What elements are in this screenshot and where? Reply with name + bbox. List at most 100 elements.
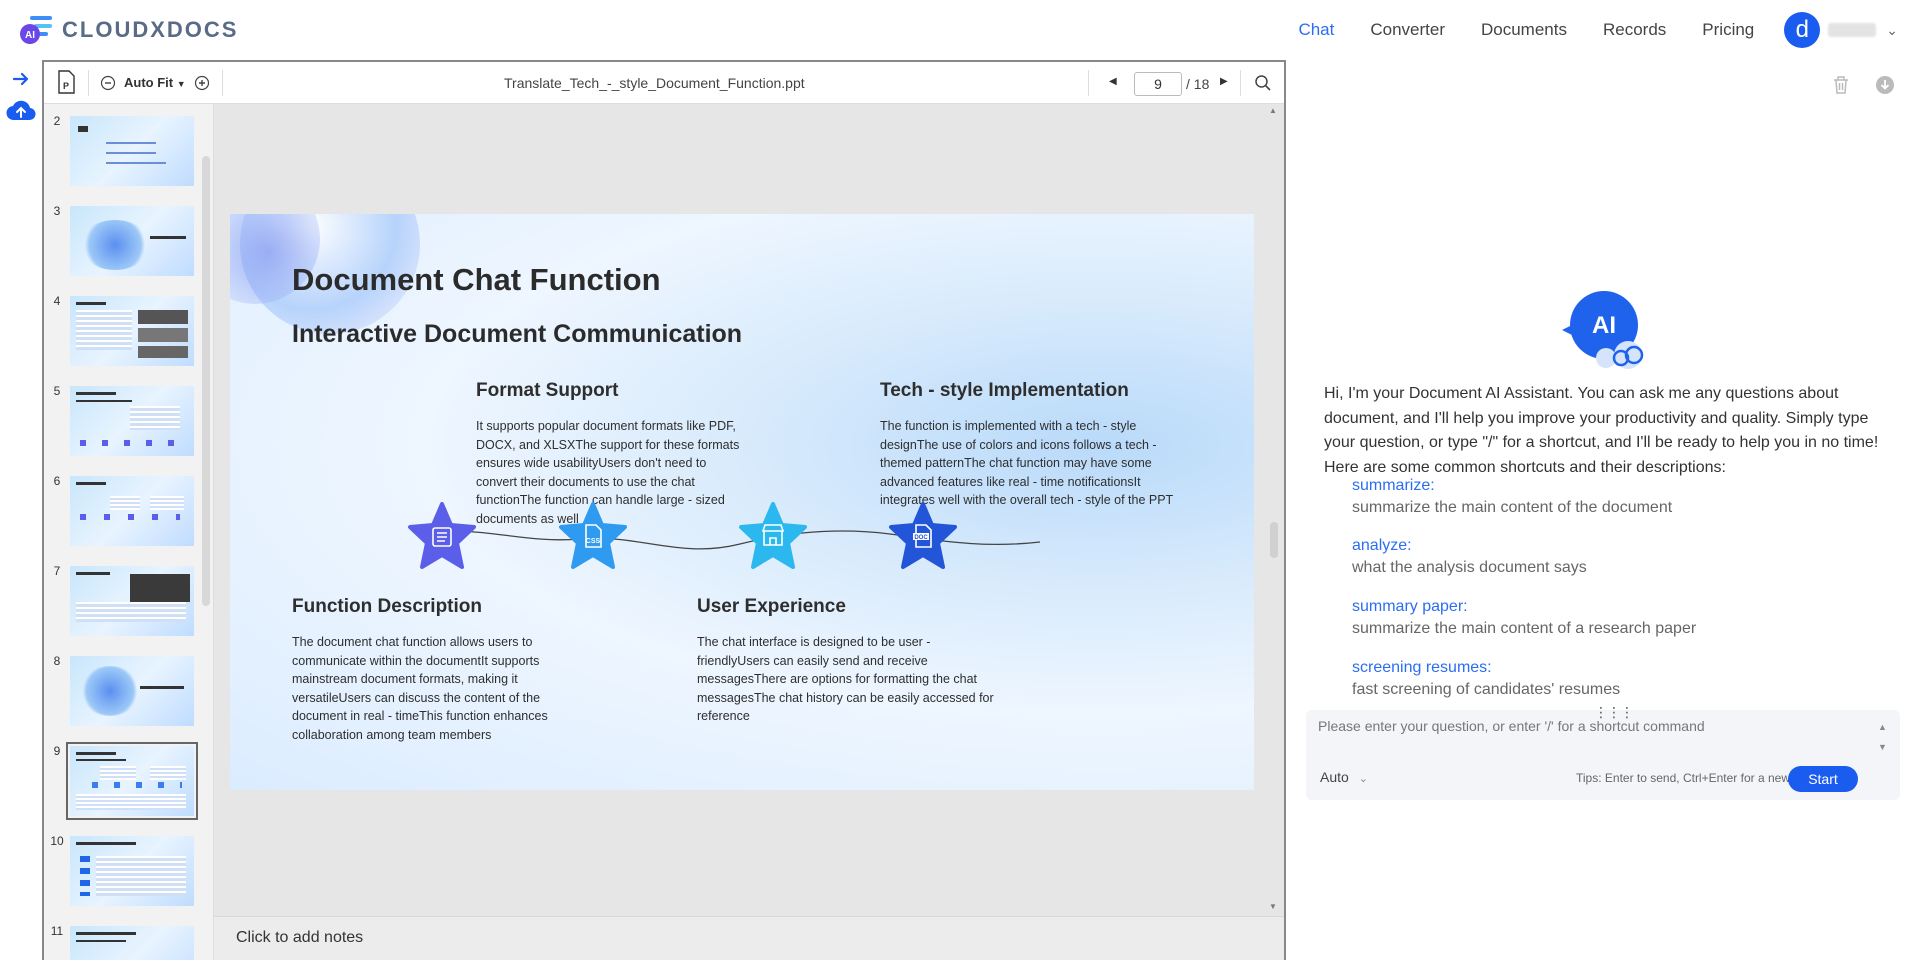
viewer-scrollbar[interactable]: ▲ ▼ [1266,104,1282,916]
username-blurred[interactable] [1828,23,1877,37]
top-header: AI CLOUDXDOCS Chat Converter Documents R… [0,0,1920,60]
thumbnail-image[interactable] [70,476,194,546]
shortcut-key[interactable]: summary paper: [1352,596,1696,618]
chat-input[interactable]: Please enter your question, or enter '/'… [1318,718,1705,734]
shortcut-item[interactable]: analyze: what the analysis document says [1352,535,1587,579]
ai-badge-text: AI [1592,312,1616,339]
thumbnail-image-selected[interactable] [66,742,198,820]
thumbnail-number: 6 [53,474,61,488]
notes-placeholder[interactable]: Click to add notes [236,929,363,947]
shortcut-key[interactable]: summarize: [1352,475,1672,497]
svg-text:P: P [63,81,69,91]
zoom-select[interactable]: Auto Fit ▼ [124,75,186,90]
cloud-upload-icon[interactable] [6,96,36,126]
slide-9[interactable]: Document Chat Function Interactive Docum… [230,214,1254,790]
expand-down-icon[interactable]: ▼ [1878,742,1887,752]
viewer-toolbar: P Auto Fit ▼ Translate_Tech_-_style_Docu… [44,62,1284,104]
search-icon[interactable] [1254,74,1272,97]
shortcut-item[interactable]: summarize: summarize the main content of… [1352,475,1672,519]
shortcut-key[interactable]: analyze: [1352,535,1587,557]
document-viewer: P Auto Fit ▼ Translate_Tech_-_style_Docu… [42,60,1430,960]
mode-value: Auto [1320,769,1349,785]
thumbnail-image[interactable] [70,656,194,726]
prev-page-icon[interactable]: ◀ [1109,76,1117,87]
nav-converter[interactable]: Converter [1370,20,1445,40]
download-icon[interactable] [1870,70,1900,100]
chat-panel: AI Hi, I'm your Document AI Assistant. Y… [1288,60,1920,969]
page-total: / 18 [1186,76,1210,92]
chevron-down-icon[interactable]: ⌄ [1886,22,1898,39]
start-button[interactable]: Start [1788,766,1858,792]
thumbnail-number: 3 [53,204,61,218]
tech-style-body: The function is implemented with a tech … [880,419,1174,507]
thumbnail-image[interactable] [70,206,194,276]
shortcut-desc: summarize the main content of a research… [1352,620,1697,637]
thumbnail-image[interactable] [70,386,194,456]
thumbnail-item[interactable]: 2 [44,114,213,194]
assistant-intro: Hi, I'm your Document AI Assistant. You … [1324,385,1879,476]
shortcut-item[interactable]: screening resumes: fast screening of can… [1352,657,1620,701]
main-nav: Chat Converter Documents Records Pricing… [1298,0,1920,60]
ai-assistant-avatar: AI [1558,283,1658,378]
thumbnail-image[interactable] [70,116,194,186]
thumbnail-number: 9 [53,744,61,758]
brand-logo[interactable]: AI CLOUDXDOCS [20,14,238,46]
thumbnail-image[interactable] [70,296,194,366]
function-description-heading: Function Description [292,596,482,617]
zoom-in-icon[interactable] [194,75,210,96]
zoom-out-icon[interactable] [100,75,116,96]
thumbnail-image[interactable] [70,836,194,906]
thumbnail-item[interactable]: 5 [44,384,213,464]
brand-name: CLOUDXDOCS [62,17,239,42]
tech-style-heading: Tech - style Implementation [880,380,1129,401]
page-number-input[interactable]: 9 [1134,72,1182,96]
thumbnail-item[interactable]: 8 [44,654,213,734]
mode-select[interactable]: Auto ⌄ [1320,769,1368,785]
input-tips: Tips: Enter to send, Ctrl+Enter for a ne… [1576,771,1812,785]
thumbnail-number: 4 [53,294,61,308]
scrollbar-thumb[interactable] [1270,522,1278,558]
thumbnail-item[interactable]: 3 [44,204,213,284]
nav-pricing[interactable]: Pricing [1702,20,1754,40]
thumbnail-item[interactable]: 11 [44,924,213,960]
next-page-icon[interactable]: ▶ [1220,76,1228,87]
slide-title: Document Chat Function [292,262,661,297]
thumbnail-number: 10 [50,834,64,848]
css-file-icon: CSS [558,501,628,571]
nav-documents[interactable]: Documents [1481,20,1567,40]
trash-icon[interactable] [1826,70,1856,100]
shortcut-desc: fast screening of candidates' resumes [1352,681,1621,698]
list-icon [407,501,477,571]
toolbar-divider [1088,70,1089,96]
thumbnail-item[interactable]: 7 [44,564,213,644]
nav-chat[interactable]: Chat [1298,20,1334,40]
scroll-down-icon[interactable]: ▼ [1269,902,1277,911]
toolbar-divider [222,70,223,96]
expand-up-icon[interactable]: ▲ [1878,722,1887,732]
format-support-heading: Format Support [476,380,619,401]
shortcut-item[interactable]: summary paper: summarize the main conten… [1352,596,1696,640]
ppt-file-icon[interactable]: P [56,70,76,99]
thumbnail-image[interactable] [70,566,194,636]
thumbnail-item[interactable]: 6 [44,474,213,554]
chevron-down-icon: ⌄ [1358,773,1368,785]
function-description-body: The document chat function allows users … [292,635,548,742]
thumbnail-number: 11 [50,924,64,938]
logo-icon: AI [20,14,54,46]
thumbnail-scrollbar[interactable] [202,156,210,606]
user-avatar[interactable]: d [1784,12,1821,48]
scroll-up-icon[interactable]: ▲ [1269,106,1277,115]
toolbar-divider [88,70,89,96]
nav-records[interactable]: Records [1603,20,1666,40]
thumbnail-item[interactable]: 9 [44,742,213,824]
svg-text:AI: AI [25,30,35,41]
shortcut-desc: summarize the main content of the docume… [1352,499,1673,516]
notes-area[interactable]: Click to add notes [214,916,1284,960]
shortcut-key[interactable]: screening resumes: [1352,657,1620,679]
thumbnail-image[interactable] [70,926,194,960]
thumbnail-item[interactable]: 4 [44,294,213,374]
thumbnail-item[interactable]: 10 [44,834,213,914]
slide-subtitle: Interactive Document Communication [292,320,743,348]
user-experience-body: The chat interface is designed to be use… [697,635,994,723]
arrow-right-icon[interactable] [6,64,36,94]
